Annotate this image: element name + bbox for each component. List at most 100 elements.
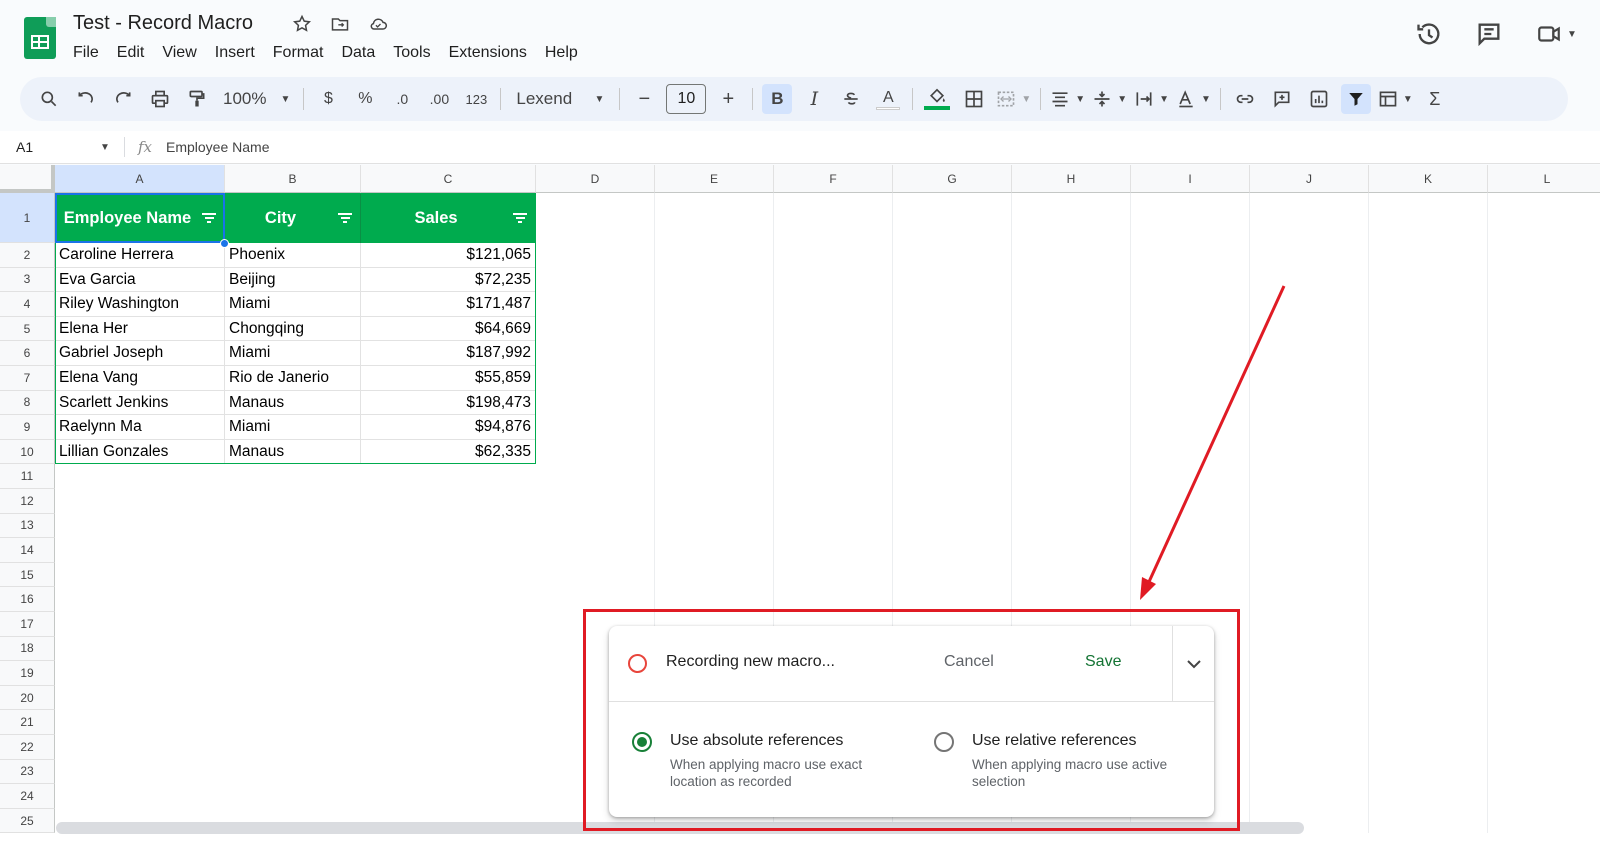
table-cell[interactable]: Riley Washington — [55, 292, 225, 317]
table-cell[interactable]: $171,487 — [361, 292, 536, 317]
name-box[interactable]: A1 — [16, 139, 33, 155]
menu-format[interactable]: Format — [264, 42, 333, 64]
bold-button[interactable]: B — [762, 84, 793, 114]
print-icon[interactable] — [145, 84, 175, 114]
table-cell[interactable]: Raelynn Ma — [55, 415, 225, 440]
sheets-logo-icon[interactable] — [24, 17, 56, 59]
zoom-select[interactable]: 100% ▼ — [219, 84, 294, 114]
table-cell[interactable]: $62,335 — [361, 439, 536, 465]
header-cell[interactable]: Employee Name — [55, 193, 225, 243]
filter-icon[interactable] — [1340, 84, 1371, 114]
column-header-d[interactable]: D — [536, 165, 655, 193]
cancel-button[interactable]: Cancel — [944, 653, 994, 671]
more-formats-button[interactable]: 123 — [461, 84, 491, 114]
row-header-1[interactable]: 1 — [0, 193, 55, 243]
version-history-icon[interactable] — [1412, 18, 1446, 50]
row-header-8[interactable]: 8 — [0, 390, 55, 416]
table-cell[interactable]: Miami — [225, 292, 361, 317]
column-header-h[interactable]: H — [1012, 165, 1131, 193]
table-cell[interactable]: $187,992 — [361, 341, 536, 366]
increase-font-size-icon[interactable]: + — [713, 84, 743, 114]
table-cell[interactable]: $121,065 — [361, 243, 536, 268]
menu-view[interactable]: View — [153, 42, 205, 64]
table-cell[interactable]: $94,876 — [361, 415, 536, 440]
table-cell[interactable]: Scarlett Jenkins — [55, 390, 225, 416]
column-header-a[interactable]: A — [55, 165, 225, 193]
collapse-chevron-icon[interactable] — [1182, 652, 1206, 676]
row-header-17[interactable]: 17 — [0, 612, 55, 637]
cloud-saved-icon[interactable] — [365, 12, 391, 36]
table-cell[interactable]: Miami — [225, 341, 361, 366]
table-cell[interactable]: Eva Garcia — [55, 267, 225, 293]
row-header-20[interactable]: 20 — [0, 685, 55, 711]
table-cell[interactable]: Elena Vang — [55, 366, 225, 391]
row-header-24[interactable]: 24 — [0, 784, 55, 809]
insert-comment-icon[interactable] — [1267, 84, 1297, 114]
meet-video-icon[interactable]: ▼ — [1532, 18, 1580, 50]
row-header-4[interactable]: 4 — [0, 292, 55, 317]
row-header-10[interactable]: 10 — [0, 439, 55, 465]
star-icon[interactable] — [289, 12, 315, 36]
table-cell[interactable]: Rio de Janerio — [225, 366, 361, 391]
table-cell[interactable]: Beijing — [225, 267, 361, 293]
vertical-align-icon[interactable]: ▼ — [1092, 84, 1127, 114]
table-cell[interactable]: Lillian Gonzales — [55, 439, 225, 465]
filter-dropdown-icon[interactable] — [511, 213, 529, 223]
column-header-j[interactable]: J — [1250, 165, 1369, 193]
row-header-6[interactable]: 6 — [0, 341, 55, 366]
undo-icon[interactable] — [71, 84, 101, 114]
fill-color-icon[interactable] — [922, 84, 952, 114]
row-header-5[interactable]: 5 — [0, 316, 55, 342]
insert-link-icon[interactable] — [1230, 84, 1260, 114]
text-color-button[interactable]: A — [873, 84, 903, 114]
table-cell[interactable]: Gabriel Joseph — [55, 341, 225, 366]
horizontal-align-icon[interactable]: ▼ — [1050, 84, 1085, 114]
paint-format-icon[interactable] — [182, 84, 212, 114]
row-header-25[interactable]: 25 — [0, 808, 55, 834]
borders-icon[interactable] — [959, 84, 989, 114]
row-header-12[interactable]: 12 — [0, 489, 55, 514]
functions-icon[interactable]: Σ — [1420, 84, 1450, 114]
relative-references-radio[interactable] — [934, 732, 954, 752]
chevron-down-icon[interactable]: ▼ — [100, 142, 110, 153]
document-title[interactable]: Test - Record Macro — [73, 12, 253, 35]
row-header-19[interactable]: 19 — [0, 661, 55, 686]
decrease-font-size-icon[interactable]: − — [629, 84, 659, 114]
search-menus-icon[interactable] — [34, 84, 64, 114]
fill-handle[interactable] — [220, 239, 229, 248]
absolute-references-radio[interactable] — [632, 732, 652, 752]
table-cell[interactable]: Manaus — [225, 390, 361, 416]
table-cell[interactable]: Manaus — [225, 439, 361, 465]
merge-cells-icon[interactable]: ▼ — [996, 84, 1031, 114]
row-header-15[interactable]: 15 — [0, 562, 55, 588]
menu-help[interactable]: Help — [536, 42, 587, 64]
italic-button[interactable]: I — [799, 84, 829, 114]
row-header-22[interactable]: 22 — [0, 735, 55, 760]
filter-dropdown-icon[interactable] — [336, 213, 354, 223]
table-cell[interactable]: Phoenix — [225, 243, 361, 268]
column-header-c[interactable]: C — [361, 165, 536, 193]
table-cell[interactable]: $72,235 — [361, 267, 536, 293]
menu-edit[interactable]: Edit — [108, 42, 154, 64]
row-header-9[interactable]: 9 — [0, 415, 55, 440]
menu-data[interactable]: Data — [332, 42, 384, 64]
table-cell[interactable]: Elena Her — [55, 316, 225, 342]
menu-file[interactable]: File — [64, 42, 108, 64]
font-size-input[interactable]: 10 — [666, 84, 707, 114]
row-header-21[interactable]: 21 — [0, 710, 55, 735]
insert-chart-icon[interactable] — [1304, 84, 1334, 114]
row-header-7[interactable]: 7 — [0, 366, 55, 391]
formula-input[interactable]: Employee Name — [166, 139, 270, 155]
table-cell[interactable]: $198,473 — [361, 390, 536, 416]
redo-icon[interactable] — [108, 84, 138, 114]
table-cell[interactable]: $64,669 — [361, 316, 536, 342]
table-cell[interactable]: Caroline Herrera — [55, 243, 225, 268]
text-wrapping-icon[interactable]: ▼ — [1134, 84, 1169, 114]
table-cell[interactable]: Chongqing — [225, 316, 361, 342]
column-header-i[interactable]: I — [1131, 165, 1250, 193]
row-header-2[interactable]: 2 — [0, 243, 55, 268]
filter-views-icon[interactable]: ▼ — [1378, 84, 1413, 114]
menu-extensions[interactable]: Extensions — [440, 42, 536, 64]
header-cell[interactable]: City — [225, 193, 361, 243]
row-header-18[interactable]: 18 — [0, 636, 55, 662]
